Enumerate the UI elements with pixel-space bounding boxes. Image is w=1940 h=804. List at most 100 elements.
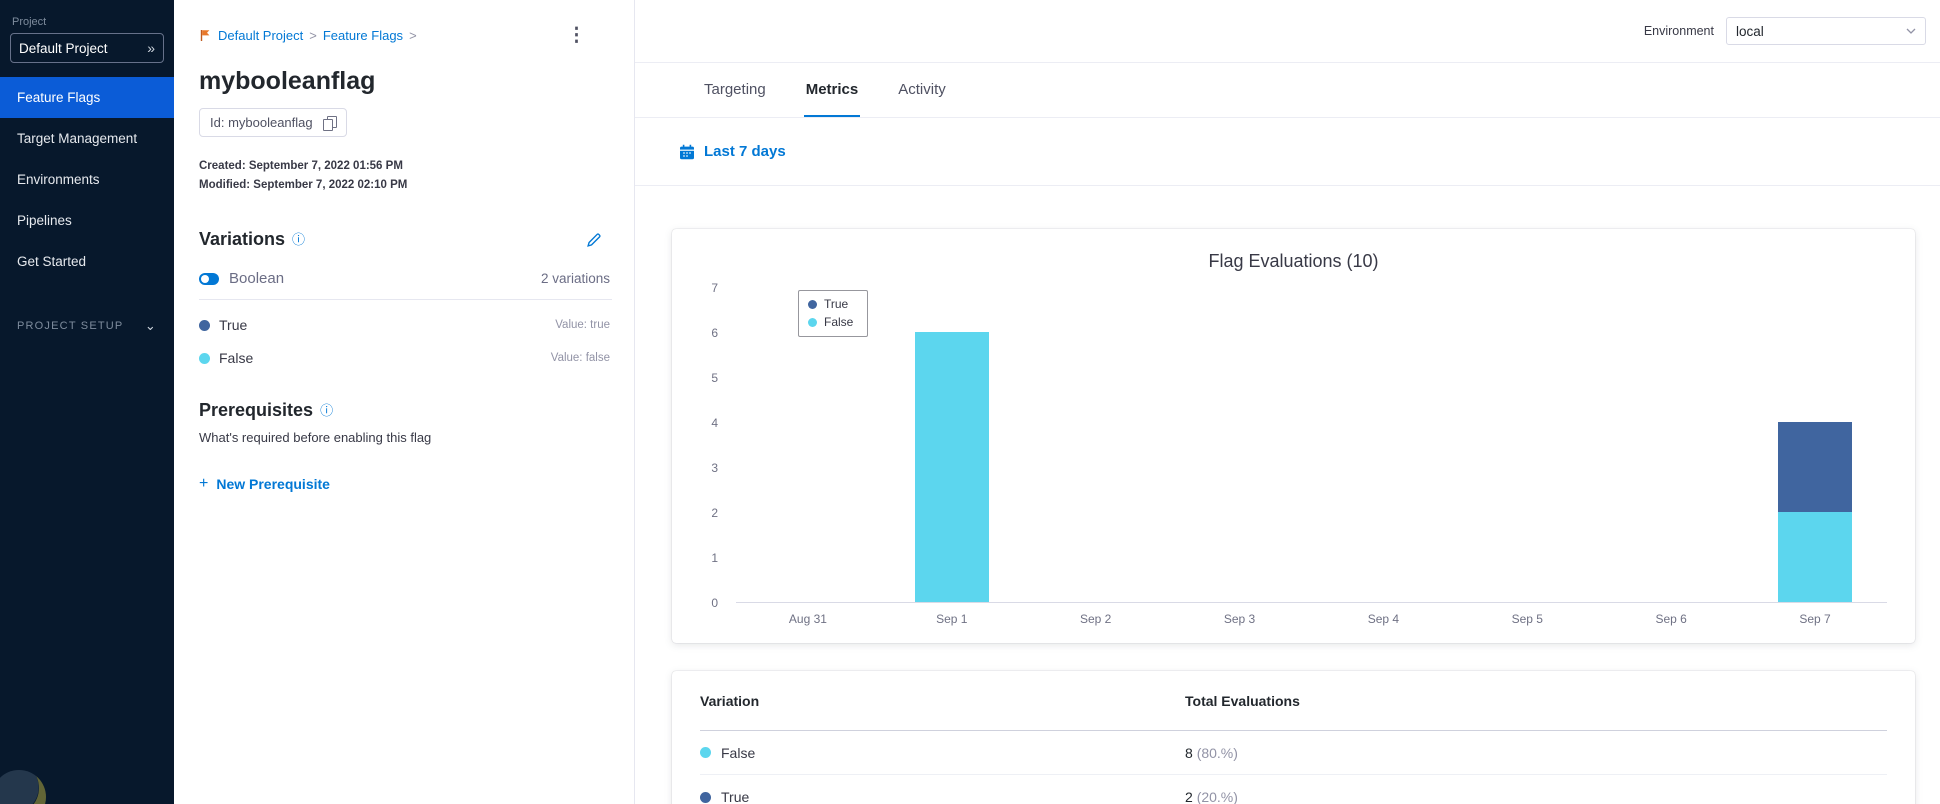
new-prerequisite-button[interactable]: + New Prerequisite (199, 475, 330, 493)
variation-color-dot (700, 791, 711, 803)
sidebar-nav: Feature Flags Target Management Environm… (0, 77, 174, 282)
variation-name: False (219, 350, 254, 366)
app: Project Default Project » Feature Flags … (0, 0, 1940, 804)
sidebar-item-pipelines[interactable]: Pipelines (0, 200, 174, 241)
table-cell-count: 8 (1185, 744, 1193, 761)
legend-dot (808, 299, 817, 309)
flag-icon (200, 30, 210, 41)
legend-entry: False (808, 315, 853, 329)
table-row: False 8 (80.%) (700, 731, 1887, 775)
variation-value: Value: true (555, 319, 610, 331)
x-axis-label: Sep 7 (1799, 612, 1831, 626)
main-content: Environment local Targeting Metrics Acti… (635, 0, 1940, 804)
tab-activity[interactable]: Activity (896, 63, 948, 117)
y-axis-tick-label: 4 (711, 416, 718, 430)
x-axis-label: Aug 31 (788, 612, 827, 626)
table-cell-percent: (80.%) (1196, 744, 1238, 761)
double-chevron-icon: » (147, 40, 155, 56)
environment-bar: Environment local (635, 0, 1940, 63)
tab-metrics[interactable]: Metrics (803, 63, 861, 117)
sidebar-item-feature-flags[interactable]: Feature Flags (0, 77, 174, 118)
legend-label: True (824, 297, 849, 311)
created-date: Created: September 7, 2022 01:56 PM (199, 160, 403, 172)
variation-type-row: Boolean 2 variations (199, 270, 612, 300)
flag-meta: Created: September 7, 2022 01:56 PM Modi… (199, 157, 612, 195)
plus-icon: + (199, 475, 209, 492)
environment-select-value: local (1736, 23, 1764, 39)
breadcrumb-separator: > (309, 28, 317, 43)
bar-segment-false (1778, 512, 1853, 602)
breadcrumb-project-link[interactable]: Default Project (218, 28, 303, 43)
variation-color-dot (700, 747, 711, 758)
project-label: Project (12, 16, 47, 28)
x-axis-label: Sep 1 (936, 612, 968, 626)
bar-slot (880, 332, 1024, 602)
y-axis-tick-label: 3 (711, 461, 718, 475)
prerequisites-description: What's required before enabling this fla… (199, 430, 432, 445)
date-range-button[interactable]: Last 7 days (679, 143, 786, 160)
x-axis-label: Sep 6 (1655, 612, 1687, 626)
table-header-total: Total Evaluations (1185, 692, 1300, 709)
project-selector-value: Default Project (19, 40, 108, 56)
project-setup-toggle[interactable]: PROJECT SETUP ⌄ (0, 318, 174, 334)
calendar-icon (680, 144, 694, 159)
chart-title: Flag Evaluations (10) (1208, 251, 1379, 271)
variation-color-dot (199, 319, 210, 331)
variation-name: True (219, 317, 248, 333)
variation-count: 2 variations (540, 271, 610, 286)
y-axis-tick-label: 0 (711, 596, 718, 610)
prerequisites-heading: Prerequisites (199, 400, 314, 420)
chevron-down-icon (1906, 28, 1916, 34)
breadcrumb-section-link[interactable]: Feature Flags (323, 28, 403, 43)
variation-type-label: Boolean (229, 270, 285, 287)
info-icon[interactable]: ⓘ (320, 404, 333, 417)
variation-value: Value: false (550, 352, 610, 364)
modified-date: Modified: September 7, 2022 02:10 PM (199, 179, 408, 191)
flag-id-text: Id: mybooleanflag (210, 115, 313, 130)
variation-color-dot (199, 352, 210, 364)
y-axis-tick-label: 7 (711, 281, 718, 295)
sidebar-item-get-started[interactable]: Get Started (0, 241, 174, 282)
flag-title: mybooleanflag (199, 67, 376, 95)
sidebar-item-target-management[interactable]: Target Management (0, 118, 174, 159)
y-axis-tick-label: 1 (711, 551, 718, 565)
new-prerequisite-label: New Prerequisite (216, 476, 330, 492)
legend-entry: True (808, 297, 853, 311)
edit-variations-button[interactable] (586, 232, 602, 248)
help-mascot[interactable] (0, 770, 46, 804)
environment-label: Environment (1643, 24, 1714, 38)
sidebar: Project Default Project » Feature Flags … (0, 0, 174, 804)
table-cell-variation: False (721, 744, 756, 761)
flag-evaluations-chart-card: Flag Evaluations (10) 0 1 2 3 4 5 6 7 True False… (672, 229, 1915, 643)
evaluations-table-card: Variation Total Evaluations False 8 (80.… (672, 671, 1915, 804)
breadcrumb: Default Project > Feature Flags > ⋮ (199, 26, 612, 45)
variation-row-false: False Value: false (199, 350, 612, 366)
table-header-variation: Variation (700, 692, 760, 709)
info-icon[interactable]: ⓘ (292, 233, 305, 246)
table-cell-count: 2 (1185, 789, 1193, 804)
project-setup-label: PROJECT SETUP (17, 320, 124, 332)
bar-segment-true (1778, 422, 1853, 512)
date-range-label: Last 7 days (704, 143, 786, 160)
y-axis-tick-label: 5 (711, 371, 718, 385)
bars-layer (736, 288, 1887, 602)
y-axis-tick-label: 2 (711, 506, 718, 520)
flag-id-chip: Id: mybooleanflag (199, 108, 347, 137)
copy-icon[interactable] (322, 115, 337, 131)
bar-segment-false (914, 332, 989, 602)
tab-targeting[interactable]: Targeting (702, 63, 768, 117)
sidebar-item-environments[interactable]: Environments (0, 159, 174, 200)
kebab-menu-icon[interactable]: ⋮ (567, 26, 586, 45)
variations-heading: Variations (199, 229, 286, 249)
x-axis-label: Sep 5 (1511, 612, 1543, 626)
prerequisites-section-head: Prerequisites ⓘ (199, 400, 612, 421)
flag-detail-panel: Default Project > Feature Flags > ⋮ mybo… (174, 0, 635, 804)
tab-bar: Targeting Metrics Activity (635, 63, 1940, 118)
table-header-row: Variation Total Evaluations (700, 671, 1887, 731)
environment-select[interactable]: local (1726, 17, 1926, 45)
variation-row-true: True Value: true (199, 317, 612, 333)
chevron-down-icon: ⌄ (144, 318, 157, 333)
table-cell-variation: True (721, 789, 750, 804)
metrics-content: Flag Evaluations (10) 0 1 2 3 4 5 6 7 True False… (635, 186, 1940, 804)
project-selector[interactable]: Default Project » (10, 33, 164, 63)
